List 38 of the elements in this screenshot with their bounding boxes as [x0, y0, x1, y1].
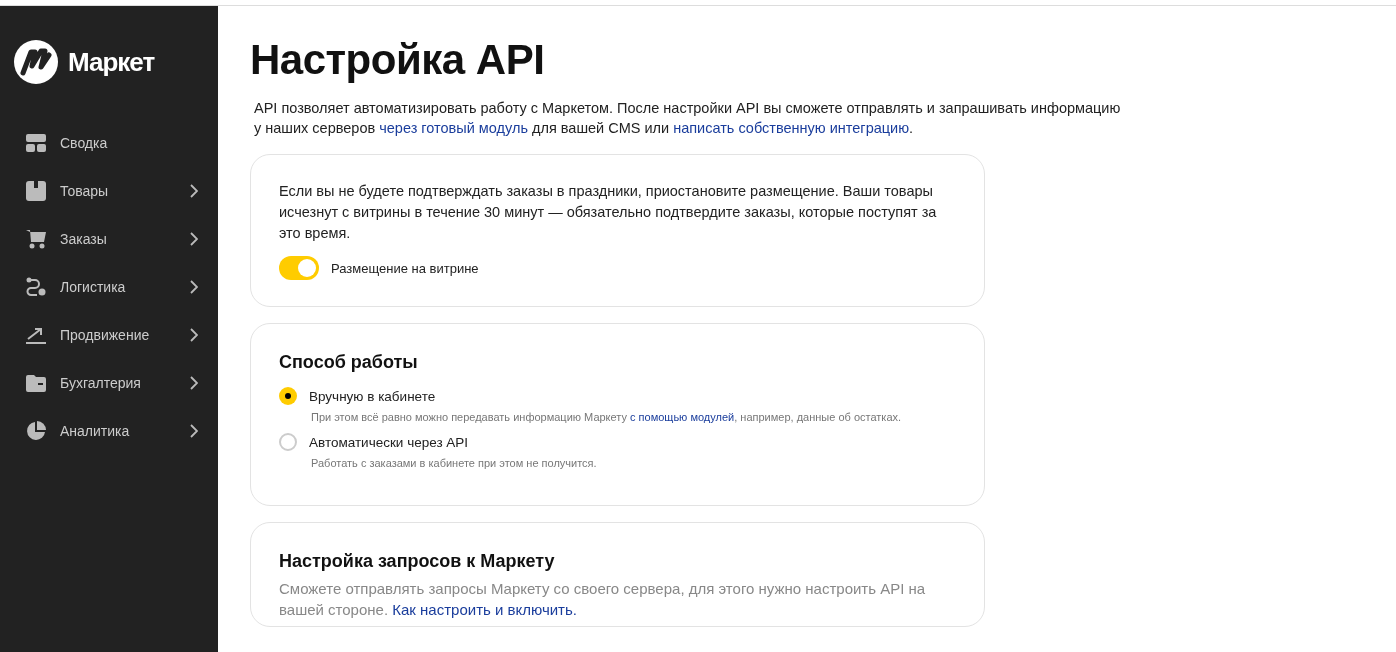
- page-title: Настройка API: [250, 36, 546, 84]
- wallet-icon: [26, 373, 46, 393]
- nav-item[interactable]: Сводка: [14, 119, 198, 167]
- link[interactable]: через готовый модуль: [379, 120, 528, 136]
- option-label: Вручную в кабинете: [309, 388, 436, 404]
- option-hint: Работать с заказами в кабинете при этом не получится.: [311, 457, 598, 469]
- nav-item[interactable]: Товары: [14, 167, 198, 215]
- chevron-right-icon: [190, 232, 198, 246]
- chevron-right-icon: [190, 424, 198, 438]
- placement-toggle[interactable]: [279, 256, 319, 280]
- nav-item[interactable]: Логистика: [14, 263, 198, 311]
- nav-item[interactable]: Аналитика: [14, 407, 198, 455]
- chevron-right-icon: [190, 328, 198, 342]
- logo-icon: [14, 40, 58, 84]
- placement-notice: Если вы не будете подтверждать заказы в праздники, приостановите размещение. Ваши товары исчезнут с витрины в течение 30 минут — обязательно подтвердите заказы, которые поступят за это время.: [279, 182, 938, 243]
- nav-item[interactable]: Бухгалтерия: [14, 359, 198, 407]
- option-label: Автоматически через API: [309, 434, 469, 450]
- nav-item[interactable]: Продвижение: [14, 311, 198, 359]
- chevron-right-icon: [190, 184, 198, 198]
- chevron-right-icon: [190, 376, 198, 390]
- dashboard-icon: [26, 133, 46, 153]
- radio-button[interactable]: [279, 387, 297, 405]
- logo-text: Маркет: [68, 46, 155, 78]
- link[interactable]: Как настроить и включить.: [392, 601, 577, 618]
- cart-icon: [26, 229, 46, 249]
- option-hint: При этом всё равно можно передавать информацию Маркету с помощью модулей, например, данные об остатках.: [311, 411, 903, 423]
- nav-item[interactable]: Заказы: [14, 215, 198, 263]
- requests-description: Сможете отправлять запросы Маркету со своего сервера, для этого нужно настроить API на вашей стороне. Как настроить и включить.: [279, 579, 927, 620]
- route-icon: [26, 277, 46, 297]
- intro-paragraph: API позволяет автоматизировать работу с Маркетом. После настройки API вы сможете отправлять и запрашивать информацию у наших серверов через готовый модуль для вашей CMS или написать собственную интеграцию.: [254, 99, 1122, 138]
- trend-icon: [26, 325, 46, 345]
- toggle-label: Размещение на витрине: [331, 260, 479, 276]
- chevron-right-icon: [190, 280, 198, 294]
- box-icon: [26, 181, 46, 201]
- card-title: Способ работы: [279, 352, 419, 373]
- radio-button[interactable]: [279, 433, 297, 451]
- pie-chart-icon: [26, 421, 46, 441]
- card-title: Настройка запросов к Маркету: [279, 551, 556, 572]
